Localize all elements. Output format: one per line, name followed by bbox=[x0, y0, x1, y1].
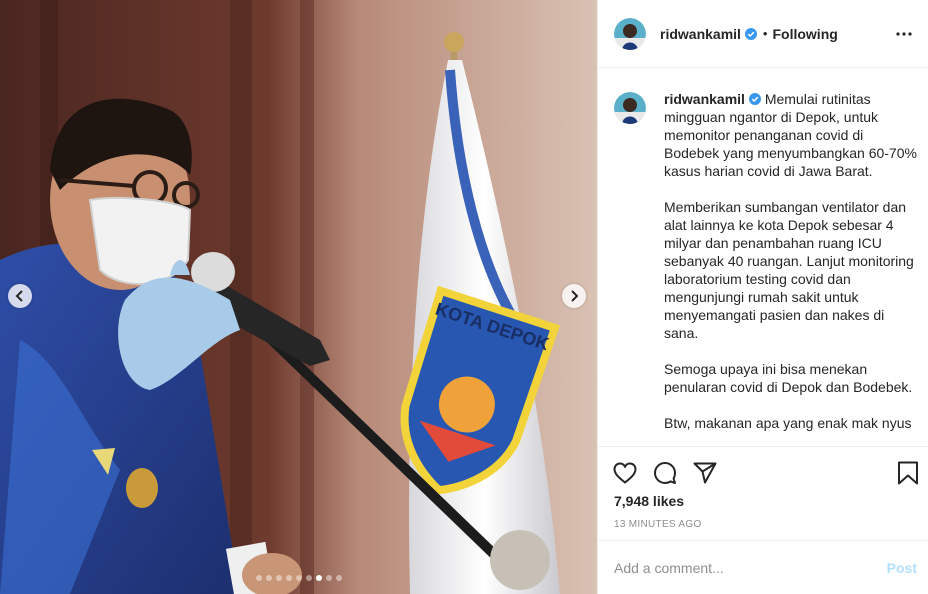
post-comment-button[interactable]: Post bbox=[887, 560, 917, 576]
previous-photo-button[interactable] bbox=[8, 284, 32, 308]
like-button[interactable] bbox=[612, 460, 638, 486]
likes-count[interactable]: 7,948 likes bbox=[614, 493, 684, 509]
header-username[interactable]: ridwankamil bbox=[660, 26, 741, 42]
save-button[interactable] bbox=[895, 460, 921, 486]
verified-badge-icon bbox=[744, 27, 757, 40]
carousel-dot bbox=[335, 575, 342, 581]
avatar-image bbox=[614, 17, 646, 50]
next-photo-button[interactable] bbox=[562, 284, 586, 308]
caption-avatar[interactable] bbox=[614, 92, 646, 124]
post-caption: ridwankamil Memulai rutinitas mingguan n… bbox=[664, 90, 917, 446]
post-header: ridwankamil • Following bbox=[598, 0, 928, 68]
heart-icon bbox=[613, 462, 637, 484]
carousel-dot bbox=[275, 575, 282, 581]
post-actions: 7,948 likes 13 MINUTES AGO bbox=[598, 446, 928, 540]
action-icons bbox=[612, 460, 718, 486]
carousel-dot bbox=[265, 575, 272, 581]
instagram-post: KOTA DEPOK ridwankamil • Following ridwa… bbox=[0, 0, 928, 594]
more-options-button[interactable] bbox=[892, 22, 916, 46]
post-timestamp[interactable]: 13 MINUTES AGO bbox=[614, 519, 702, 530]
verified-badge-icon bbox=[748, 93, 761, 105]
carousel-dot bbox=[255, 575, 262, 581]
comment-input[interactable] bbox=[614, 559, 887, 576]
post-media[interactable]: KOTA DEPOK bbox=[0, 0, 597, 594]
carousel-dot bbox=[305, 575, 312, 581]
carousel-dot bbox=[295, 575, 302, 581]
share-icon bbox=[693, 462, 717, 484]
comments-section[interactable]: ridwankamil Memulai rutinitas mingguan n… bbox=[598, 68, 928, 446]
chevron-right-icon bbox=[571, 290, 579, 302]
avatar[interactable] bbox=[614, 17, 646, 50]
following-button[interactable]: Following bbox=[772, 26, 837, 42]
share-button[interactable] bbox=[692, 460, 718, 486]
add-comment-form: Post bbox=[598, 540, 928, 594]
carousel-indicator bbox=[0, 575, 597, 581]
more-options-icon bbox=[896, 32, 912, 36]
caption-username[interactable]: ridwankamil bbox=[664, 91, 745, 107]
caption-paragraph: Semoga upaya ini bisa menekan penularan … bbox=[664, 361, 913, 395]
avatar-image bbox=[614, 92, 646, 124]
post-details-panel: ridwankamil • Following ridwankamil Memu… bbox=[597, 0, 928, 594]
comment-icon bbox=[654, 462, 676, 484]
caption-paragraph: Btw, makanan apa yang enak mak nyus bbox=[664, 415, 912, 431]
carousel-dot bbox=[285, 575, 292, 581]
bookmark-icon bbox=[898, 461, 918, 485]
caption-paragraph: Memberikan sumbangan ventilator dan alat… bbox=[664, 199, 914, 341]
carousel-dot bbox=[325, 575, 332, 581]
comment-button[interactable] bbox=[652, 460, 678, 486]
carousel-dot bbox=[315, 575, 322, 581]
post-photo: KOTA DEPOK bbox=[0, 0, 597, 594]
header-separator: • bbox=[762, 26, 768, 41]
chevron-left-icon bbox=[15, 290, 23, 302]
